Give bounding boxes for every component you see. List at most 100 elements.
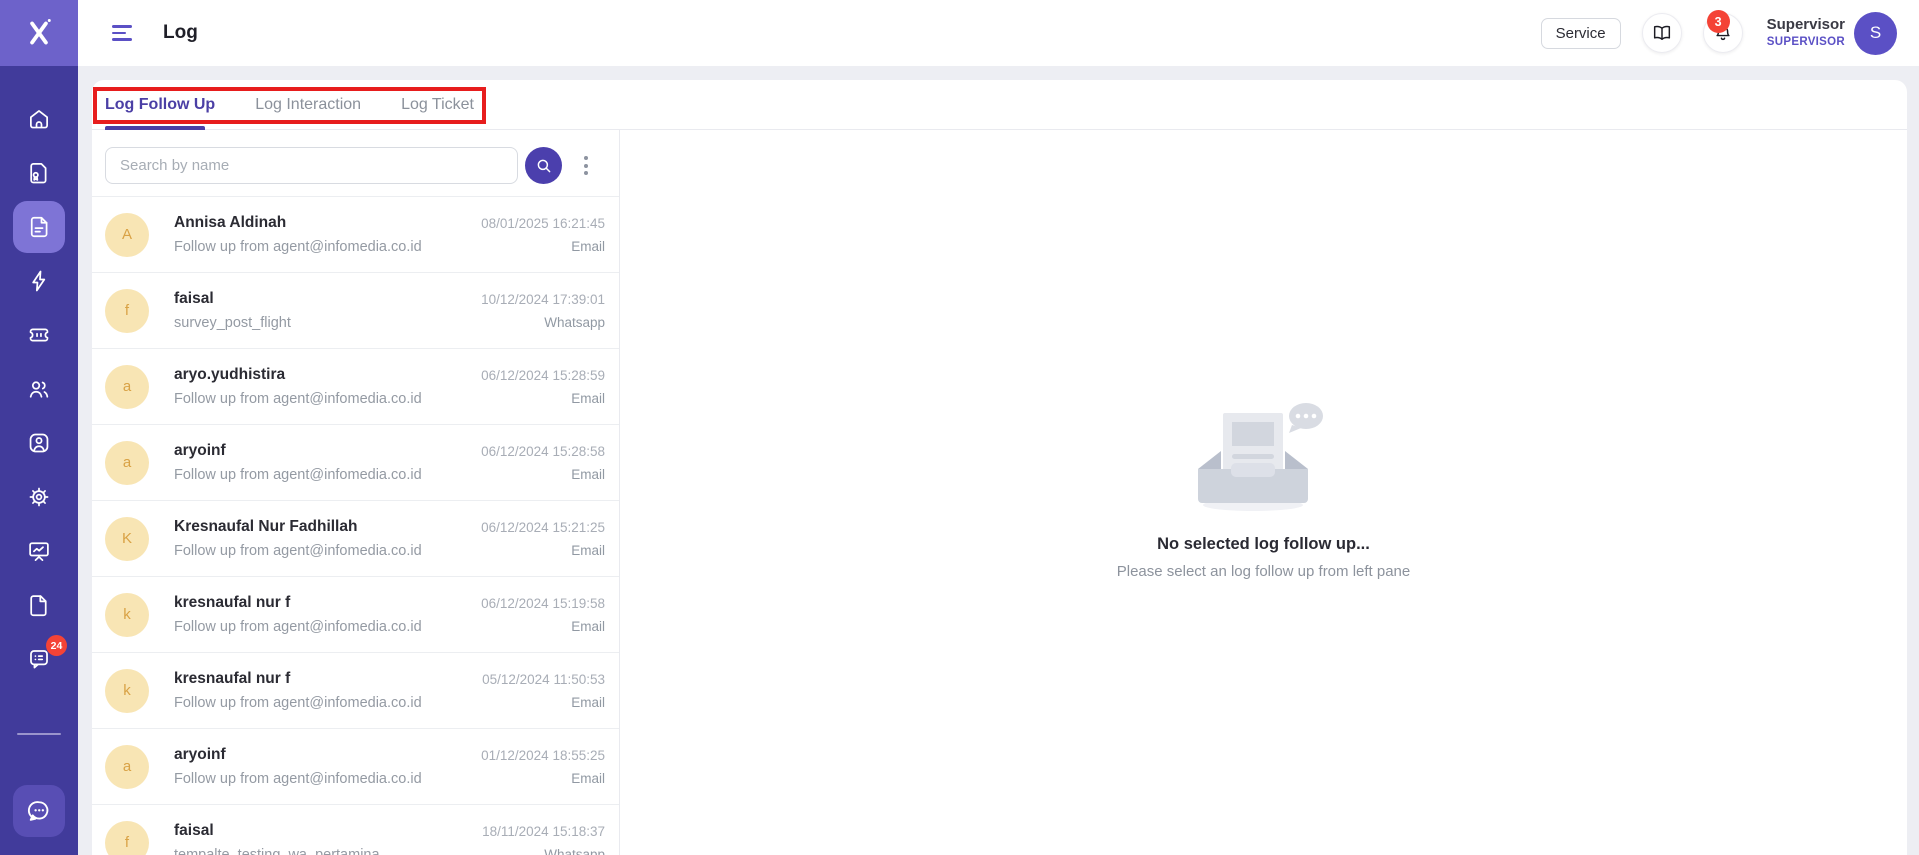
channel: Whatsapp — [481, 315, 605, 330]
x-logo-icon — [23, 15, 55, 51]
empty-inbox-illustration — [1188, 395, 1338, 513]
contact-name: kresnaufal nur f — [174, 594, 481, 612]
followup-subject: Follow up from agent@infomedia.co.id — [174, 391, 481, 407]
avatar: a — [105, 365, 149, 409]
log-content-card: Log Follow Up Log Interaction Log Ticket… — [92, 80, 1907, 855]
sidebar-item-actions[interactable] — [13, 255, 65, 307]
sidebar-item-certificate[interactable] — [13, 147, 65, 199]
home-icon — [26, 106, 52, 132]
log-document-icon — [26, 214, 52, 240]
tab-log-ticket[interactable]: Log Ticket — [401, 96, 474, 114]
contact-name: faisal — [174, 290, 481, 308]
tab-log-follow-up[interactable]: Log Follow Up — [105, 96, 215, 114]
timestamp: 08/01/2025 16:21:45 — [481, 216, 605, 231]
list-item[interactable]: k kresnaufal nur f Follow up from agent@… — [92, 653, 619, 729]
detail-panel: No selected log follow up... Please sele… — [620, 130, 1907, 855]
avatar: f — [105, 289, 149, 333]
channel: Email — [481, 239, 605, 254]
channel: Email — [481, 391, 605, 406]
chat-icon — [25, 797, 53, 825]
list-item[interactable]: a aryo.yudhistira Follow up from agent@i… — [92, 349, 619, 425]
tab-log-interaction[interactable]: Log Interaction — [255, 96, 361, 114]
sidebar-item-chat[interactable] — [13, 785, 65, 837]
empty-state-subtitle: Please select an log follow up from left… — [1117, 563, 1411, 580]
sidebar-item-contacts[interactable] — [13, 417, 65, 469]
contact-name: aryo.yudhistira — [174, 366, 481, 384]
user-info: Supervisor SUPERVISOR — [1767, 16, 1845, 49]
list-item[interactable]: A Annisa Aldinah Follow up from agent@in… — [92, 197, 619, 273]
active-tab-underline — [105, 126, 205, 130]
log-tabbar: Log Follow Up Log Interaction Log Ticket — [92, 80, 1907, 130]
contact-name: Annisa Aldinah — [174, 214, 481, 232]
list-item[interactable]: f faisal survey_post_flight 10/12/2024 1… — [92, 273, 619, 349]
channel: Email — [481, 619, 605, 634]
presentation-chart-icon — [26, 538, 52, 564]
lightning-icon — [26, 268, 52, 294]
settings-gear-icon — [26, 484, 52, 510]
sidebar-nav: 24 — [0, 66, 78, 855]
channel: Whatsapp — [482, 847, 605, 855]
timestamp: 06/12/2024 15:19:58 — [481, 596, 605, 611]
sidebar-item-reports[interactable] — [13, 525, 65, 577]
notification-badge: 3 — [1707, 10, 1730, 33]
list-item[interactable]: k kresnaufal nur f Follow up from agent@… — [92, 577, 619, 653]
followup-subject: Follow up from agent@infomedia.co.id — [174, 543, 481, 559]
search-icon — [535, 157, 553, 175]
sidebar: 24 — [0, 0, 78, 855]
avatar: a — [105, 441, 149, 485]
followup-list: A Annisa Aldinah Follow up from agent@in… — [92, 196, 619, 855]
followup-subject: Follow up from agent@infomedia.co.id — [174, 467, 481, 483]
empty-state: No selected log follow up... Please sele… — [1117, 395, 1411, 580]
sidebar-item-users[interactable] — [13, 363, 65, 415]
user-name: Supervisor — [1767, 16, 1845, 35]
sidebar-item-log[interactable] — [13, 201, 65, 253]
search-row — [92, 130, 619, 196]
contact-card-icon — [26, 430, 52, 456]
certificate-icon — [26, 160, 52, 186]
sidebar-item-files[interactable] — [13, 579, 65, 631]
list-item[interactable]: a aryoinf Follow up from agent@infomedia… — [92, 729, 619, 805]
avatar: A — [105, 213, 149, 257]
users-icon — [26, 376, 52, 402]
avatar: K — [105, 517, 149, 561]
page-title: Log — [163, 22, 198, 44]
sidebar-item-ticket[interactable] — [13, 309, 65, 361]
followup-subject: Follow up from agent@infomedia.co.id — [174, 239, 481, 255]
timestamp: 01/12/2024 18:55:25 — [481, 748, 605, 763]
search-input[interactable] — [105, 147, 518, 184]
followup-list-panel: A Annisa Aldinah Follow up from agent@in… — [92, 130, 620, 855]
avatar: k — [105, 593, 149, 637]
sidebar-item-feedback[interactable]: 24 — [13, 633, 65, 685]
sidebar-item-home[interactable] — [13, 93, 65, 145]
followup-subject: survey_post_flight — [174, 315, 481, 331]
channel: Email — [481, 543, 605, 558]
channel: Email — [481, 771, 605, 786]
book-icon — [1651, 22, 1673, 44]
service-button[interactable]: Service — [1541, 18, 1621, 49]
channel: Email — [481, 467, 605, 482]
top-header: Log Service 3 Supervisor SUPERVISOR S — [78, 0, 1919, 66]
list-item[interactable]: K Kresnaufal Nur Fadhillah Follow up fro… — [92, 501, 619, 577]
timestamp: 18/11/2024 15:18:37 — [482, 824, 605, 839]
notification-bell-button[interactable]: 3 — [1703, 13, 1743, 53]
knowledge-book-button[interactable] — [1642, 13, 1682, 53]
list-item[interactable]: f faisal tempalte_testing_wa_pertamina 1… — [92, 805, 619, 855]
timestamp: 06/12/2024 15:21:25 — [481, 520, 605, 535]
followup-subject: Follow up from agent@infomedia.co.id — [174, 771, 481, 787]
app-logo[interactable] — [0, 0, 78, 66]
hamburger-menu-icon[interactable] — [112, 25, 132, 41]
avatar: k — [105, 669, 149, 713]
channel: Email — [482, 695, 605, 710]
sidebar-item-settings[interactable] — [13, 471, 65, 523]
followup-subject: Follow up from agent@infomedia.co.id — [174, 695, 482, 711]
list-item[interactable]: a aryoinf Follow up from agent@infomedia… — [92, 425, 619, 501]
timestamp: 05/12/2024 11:50:53 — [482, 672, 605, 687]
file-icon — [26, 592, 52, 618]
avatar: a — [105, 745, 149, 789]
contact-name: Kresnaufal Nur Fadhillah — [174, 518, 481, 536]
ticket-icon — [26, 322, 52, 348]
search-button[interactable] — [525, 147, 562, 184]
followup-subject: Follow up from agent@infomedia.co.id — [174, 619, 481, 635]
more-options-kebab-icon[interactable] — [578, 150, 594, 181]
user-avatar[interactable]: S — [1854, 12, 1897, 55]
